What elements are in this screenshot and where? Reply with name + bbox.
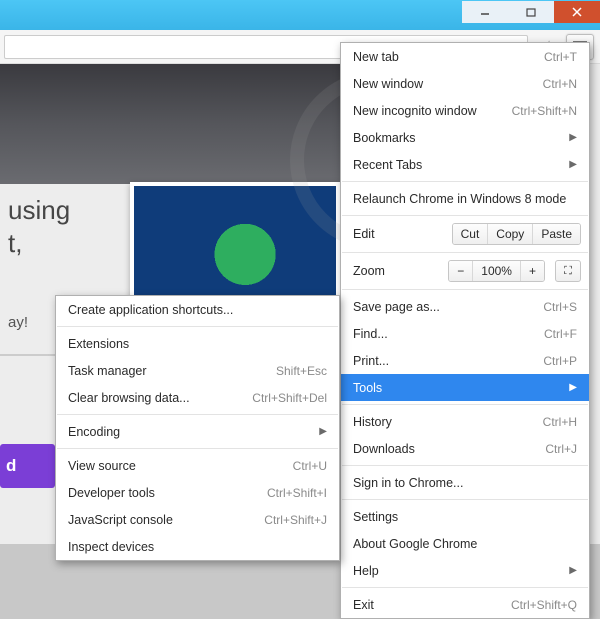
submenu-arrow-icon: ▶ <box>569 382 577 393</box>
menu-zoom-row: Zoom − 100% + ⛶ <box>341 256 589 286</box>
menu-edit-row: Edit Cut Copy Paste <box>341 219 589 249</box>
hero-subtext: ay! <box>8 314 28 331</box>
zoom-button-group: − 100% + <box>448 260 545 282</box>
zoom-out-button[interactable]: − <box>449 261 472 281</box>
menu-new-tab[interactable]: New tabCtrl+T <box>341 43 589 70</box>
submenu-arrow-icon: ▶ <box>319 426 327 437</box>
purple-box: d <box>0 444 55 488</box>
edit-button-group: Cut Copy Paste <box>452 223 581 245</box>
menu-separator <box>342 215 588 216</box>
menu-separator <box>342 404 588 405</box>
menu-separator <box>57 326 338 327</box>
menu-find[interactable]: Find...Ctrl+F <box>341 320 589 347</box>
menu-sign-in[interactable]: Sign in to Chrome... <box>341 469 589 496</box>
menu-recent-tabs[interactable]: Recent Tabs▶ <box>341 151 589 178</box>
menu-separator <box>342 587 588 588</box>
submenu-inspect-devices[interactable]: Inspect devices <box>56 533 339 560</box>
menu-exit[interactable]: ExitCtrl+Shift+Q <box>341 591 589 618</box>
menu-bookmarks[interactable]: Bookmarks▶ <box>341 124 589 151</box>
menu-separator <box>342 252 588 253</box>
submenu-extensions[interactable]: Extensions <box>56 330 339 357</box>
window-titlebar <box>0 0 600 30</box>
fullscreen-button[interactable]: ⛶ <box>555 260 581 282</box>
cut-button[interactable]: Cut <box>453 224 488 244</box>
menu-tools[interactable]: Tools▶ <box>341 374 589 401</box>
copy-button[interactable]: Copy <box>487 224 532 244</box>
menu-history[interactable]: HistoryCtrl+H <box>341 408 589 435</box>
window-maximize-button[interactable] <box>508 1 554 23</box>
submenu-task-manager[interactable]: Task managerShift+Esc <box>56 357 339 384</box>
menu-print[interactable]: Print...Ctrl+P <box>341 347 589 374</box>
menu-separator <box>342 289 588 290</box>
window-close-button[interactable] <box>554 1 600 23</box>
submenu-view-source[interactable]: View sourceCtrl+U <box>56 452 339 479</box>
menu-separator <box>57 448 338 449</box>
hero-heading: usingt, <box>0 184 78 269</box>
edit-label: Edit <box>353 227 446 241</box>
window-minimize-button[interactable] <box>462 1 508 23</box>
menu-separator <box>342 181 588 182</box>
menu-separator <box>342 499 588 500</box>
submenu-arrow-icon: ▶ <box>569 132 577 143</box>
main-menu: New tabCtrl+T New windowCtrl+N New incog… <box>340 42 590 619</box>
submenu-js-console[interactable]: JavaScript consoleCtrl+Shift+J <box>56 506 339 533</box>
submenu-arrow-icon: ▶ <box>569 565 577 576</box>
menu-new-incognito[interactable]: New incognito windowCtrl+Shift+N <box>341 97 589 124</box>
menu-new-window[interactable]: New windowCtrl+N <box>341 70 589 97</box>
menu-save-as[interactable]: Save page as...Ctrl+S <box>341 293 589 320</box>
submenu-dev-tools[interactable]: Developer toolsCtrl+Shift+I <box>56 479 339 506</box>
zoom-label: Zoom <box>353 264 442 278</box>
menu-separator <box>57 414 338 415</box>
zoom-in-button[interactable]: + <box>520 261 544 281</box>
submenu-clear-data[interactable]: Clear browsing data...Ctrl+Shift+Del <box>56 384 339 411</box>
paste-button[interactable]: Paste <box>532 224 580 244</box>
hero-banner <box>0 64 340 184</box>
menu-settings[interactable]: Settings <box>341 503 589 530</box>
tools-submenu: Create application shortcuts... Extensio… <box>55 295 340 561</box>
menu-relaunch[interactable]: Relaunch Chrome in Windows 8 mode <box>341 185 589 212</box>
zoom-value: 100% <box>472 261 520 281</box>
submenu-encoding[interactable]: Encoding▶ <box>56 418 339 445</box>
menu-separator <box>342 465 588 466</box>
submenu-arrow-icon: ▶ <box>569 159 577 170</box>
submenu-create-shortcuts[interactable]: Create application shortcuts... <box>56 296 339 323</box>
menu-help[interactable]: Help▶ <box>341 557 589 584</box>
menu-downloads[interactable]: DownloadsCtrl+J <box>341 435 589 462</box>
